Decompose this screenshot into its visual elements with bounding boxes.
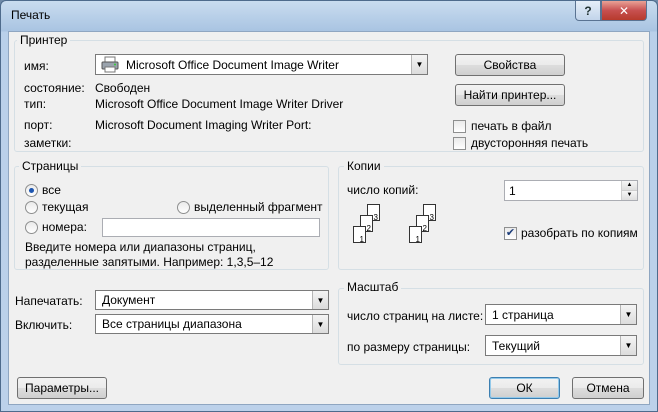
- printer-icon: [100, 56, 122, 73]
- pages-hint: Введите номера или диапазоны страниц, ра…: [25, 240, 274, 269]
- print-to-file-checkbox[interactable]: [453, 120, 466, 133]
- ok-button[interactable]: ОК: [489, 377, 560, 399]
- collate-illustration-collated: 3 2 1: [346, 202, 394, 262]
- printer-name-label: имя:: [24, 59, 49, 73]
- spin-up-icon[interactable]: ▲: [622, 181, 637, 191]
- window-title: Печать: [11, 8, 51, 22]
- chevron-down-icon[interactable]: ▼: [312, 315, 328, 333]
- print-dialog: Печать ? ✕ Принтер имя: Microsoft Office…: [0, 0, 658, 412]
- include-select[interactable]: Все страницы диапазона ▼: [95, 314, 329, 334]
- duplex-label: двусторонняя печать: [471, 136, 589, 150]
- pages-numbers-input[interactable]: [102, 218, 320, 237]
- pages-group-label: Страницы: [19, 159, 82, 173]
- copies-count-label: число копий:: [347, 183, 419, 197]
- fit-to-page-label: по размеру страницы:: [347, 340, 471, 354]
- fit-to-page-value: Текущий: [492, 338, 540, 353]
- printer-type-value: Microsoft Office Document Image Writer D…: [95, 97, 344, 111]
- duplex-checkbox[interactable]: [453, 137, 466, 150]
- title-bar[interactable]: Печать ? ✕: [1, 1, 657, 31]
- pages-per-sheet-value: 1 страница: [492, 307, 554, 322]
- printer-group-label: Принтер: [17, 33, 71, 47]
- properties-button[interactable]: Свойства: [455, 54, 565, 76]
- printer-port-label: порт:: [24, 118, 53, 132]
- page-icon: 1: [353, 226, 366, 244]
- print-to-file-label: печать в файл: [471, 119, 552, 133]
- print-what-value: Документ: [102, 293, 156, 307]
- help-button[interactable]: ?: [575, 1, 601, 21]
- chevron-down-icon[interactable]: ▼: [620, 336, 636, 355]
- spin-down-icon[interactable]: ▼: [622, 191, 637, 200]
- printer-status-label: состояние:: [24, 81, 85, 95]
- printer-name-value: Microsoft Office Document Image Writer: [126, 57, 339, 72]
- printer-status-value: Свободен: [95, 81, 151, 95]
- include-label: Включить:: [15, 318, 73, 332]
- options-button[interactable]: Параметры...: [17, 377, 107, 399]
- print-what-select[interactable]: Документ ▼: [95, 290, 329, 310]
- fit-to-page-select[interactable]: Текущий ▼: [485, 335, 637, 356]
- pages-current-label: текущая: [42, 200, 89, 214]
- collate-label: разобрать по копиям: [521, 226, 638, 240]
- printer-port-value: Microsoft Document Imaging Writer Port:: [95, 118, 312, 132]
- cancel-button[interactable]: Отмена: [572, 377, 644, 399]
- close-button[interactable]: ✕: [601, 1, 647, 21]
- pages-numbers-label: номера:: [42, 220, 87, 234]
- printer-notes-label: заметки:: [24, 136, 72, 150]
- chevron-down-icon[interactable]: ▼: [411, 55, 427, 74]
- dialog-client-area: Принтер имя: Microsoft Office Document I…: [8, 31, 650, 405]
- chevron-down-icon[interactable]: ▼: [620, 305, 636, 324]
- pages-selection-radio[interactable]: [177, 201, 190, 214]
- spin-buttons[interactable]: ▲ ▼: [621, 181, 637, 200]
- pages-current-radio[interactable]: [25, 201, 38, 214]
- chevron-down-icon[interactable]: ▼: [312, 291, 328, 309]
- copies-count-value[interactable]: 1: [505, 184, 621, 198]
- include-value: Все страницы диапазона: [102, 317, 242, 331]
- checkmark-icon: ✔: [505, 227, 516, 239]
- scale-group-label: Масштаб: [344, 280, 402, 294]
- printer-name-select[interactable]: Microsoft Office Document Image Writer ▼: [95, 54, 428, 75]
- pages-all-radio[interactable]: [25, 184, 38, 197]
- find-printer-button[interactable]: Найти принтер...: [455, 84, 565, 106]
- pages-selection-label: выделенный фрагмент: [194, 200, 323, 214]
- printer-type-label: тип:: [24, 97, 47, 111]
- page-icon: 1: [409, 226, 422, 244]
- copies-group-label: Копии: [344, 159, 384, 173]
- collate-checkbox[interactable]: ✔: [504, 227, 517, 240]
- pages-all-label: все: [42, 183, 61, 197]
- collate-illustration-copies: 3 2 1: [402, 202, 450, 262]
- pages-per-sheet-label: число страниц на листе:: [347, 309, 484, 323]
- copies-count-spinner[interactable]: 1 ▲ ▼: [504, 180, 638, 201]
- print-what-label: Напечатать:: [15, 294, 83, 308]
- pages-numbers-radio[interactable]: [25, 221, 38, 234]
- pages-per-sheet-select[interactable]: 1 страница ▼: [485, 304, 637, 325]
